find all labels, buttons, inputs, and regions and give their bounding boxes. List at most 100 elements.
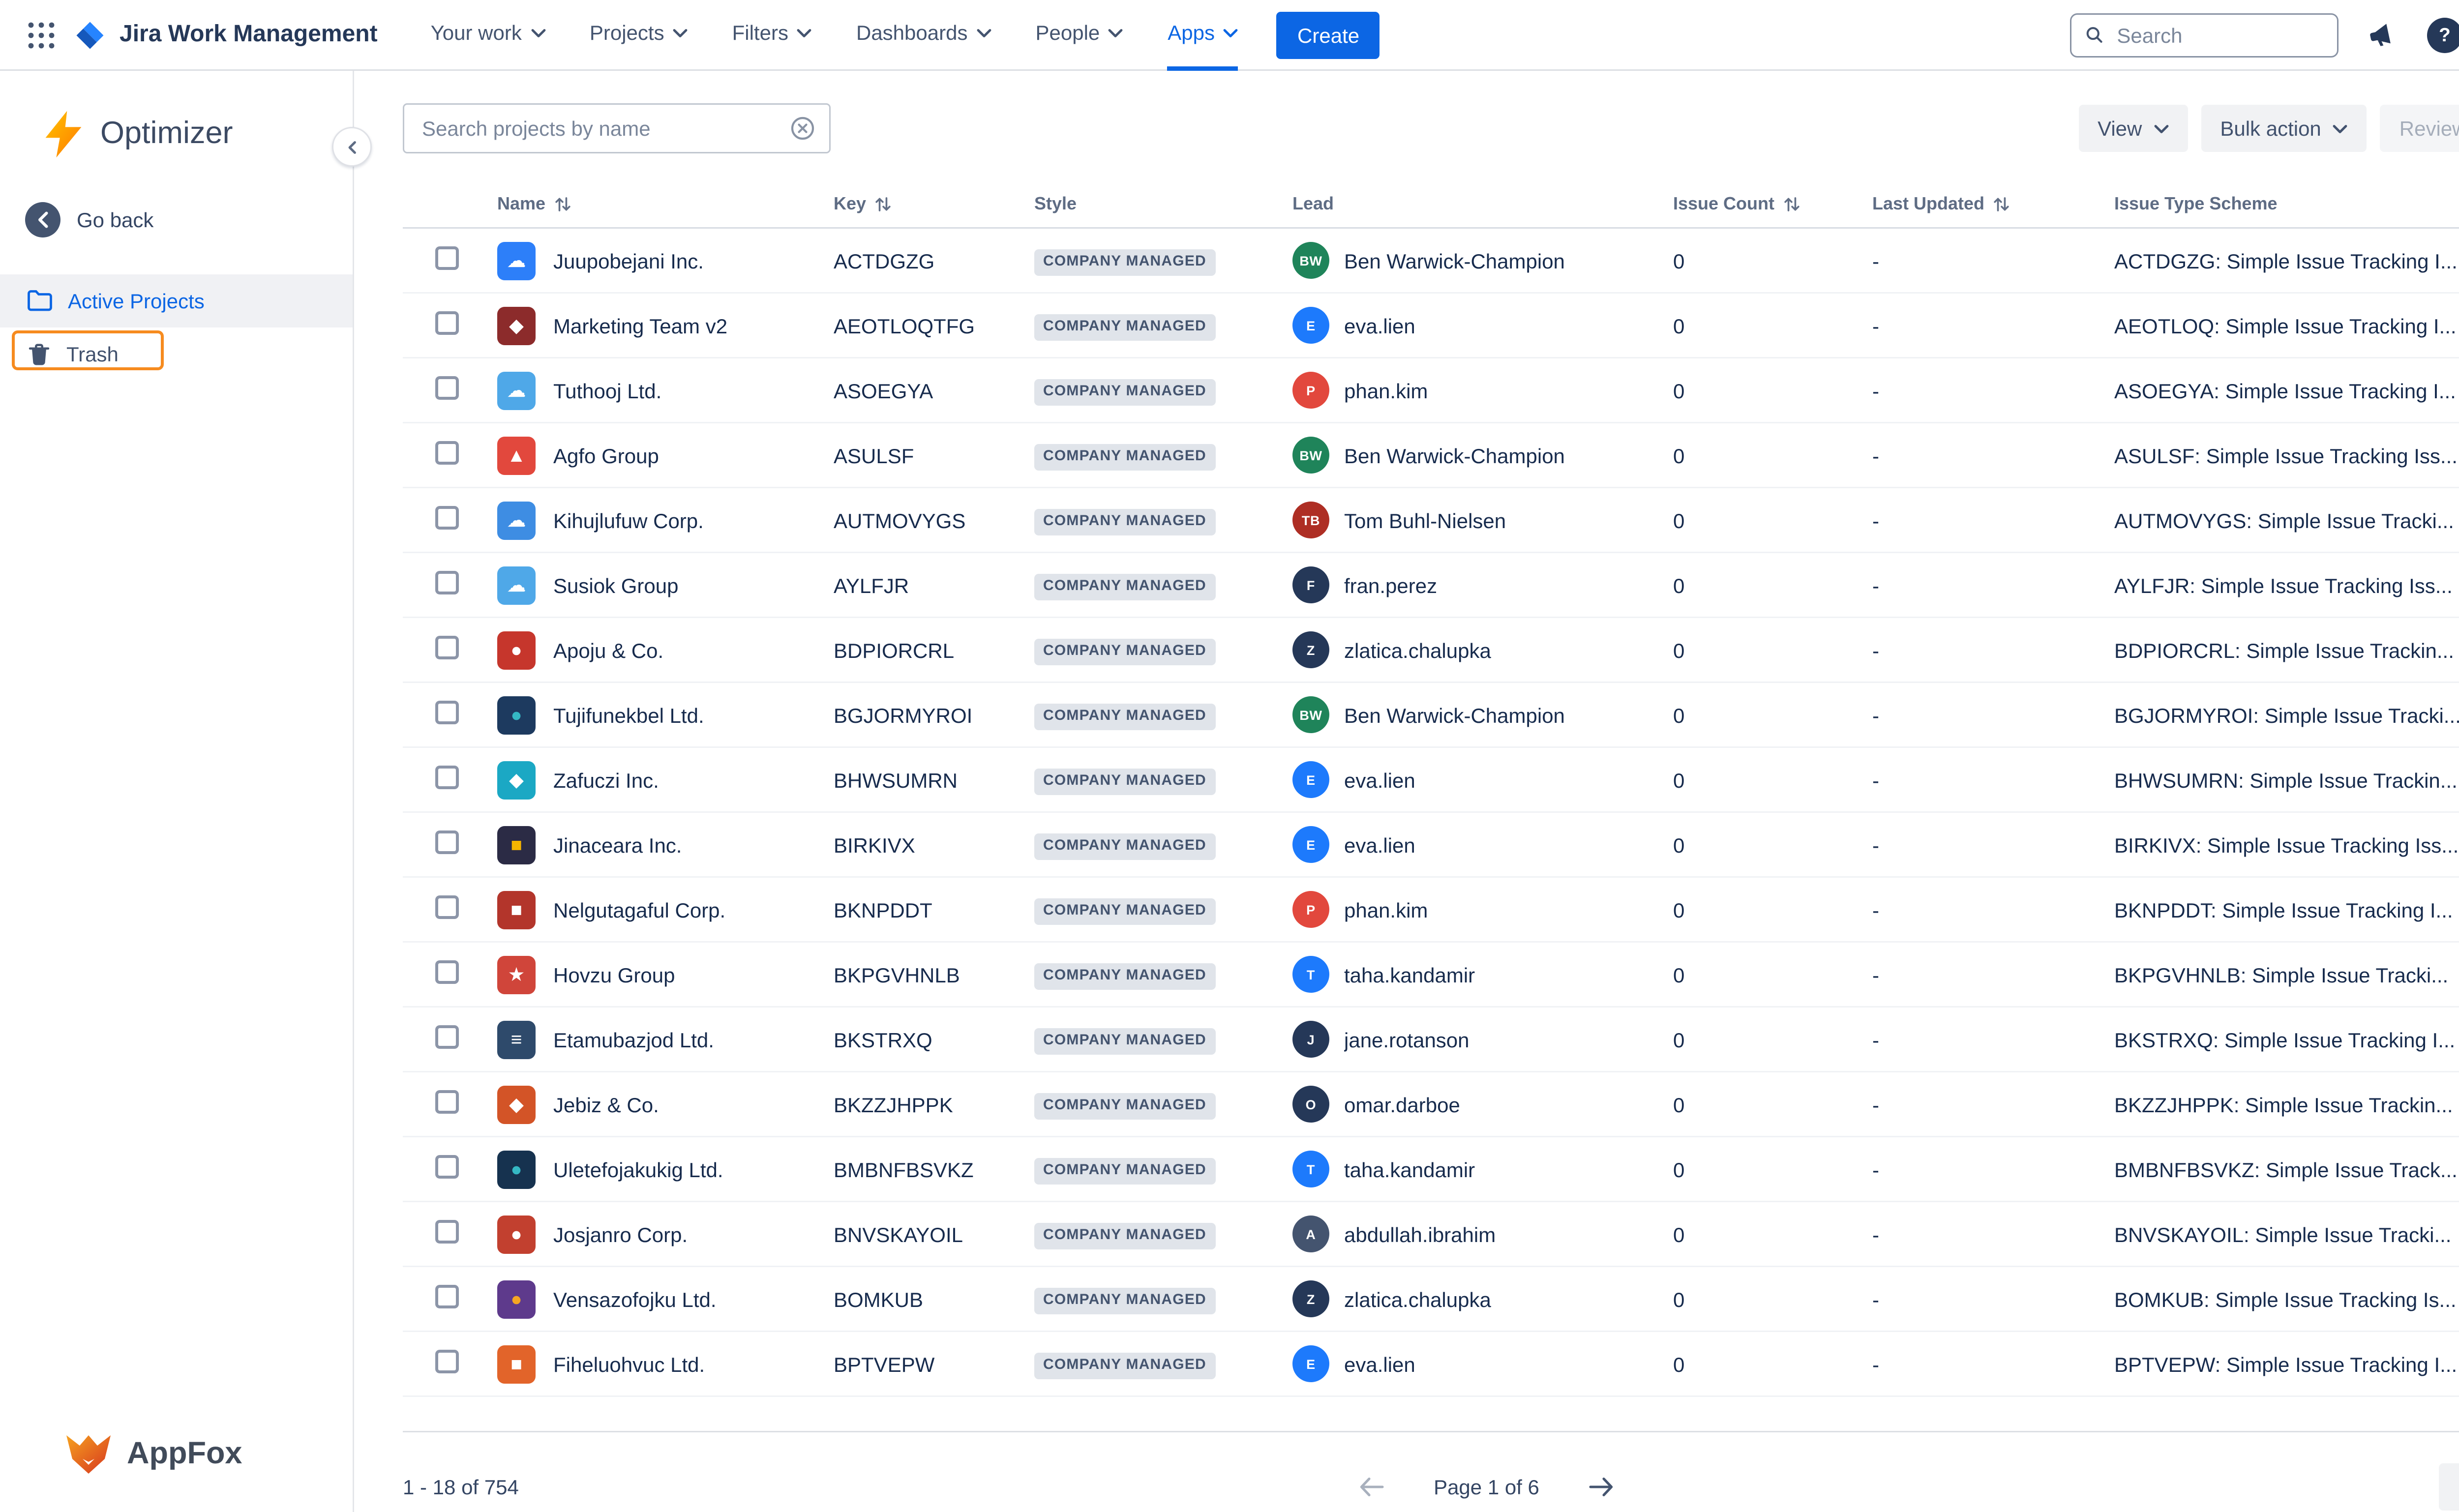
project-name[interactable]: Uletefojakukig Ltd. xyxy=(553,1157,723,1181)
table-row[interactable]: ◆ Zafuczi Inc. BHWSUMRN COMPANY MANAGED … xyxy=(403,748,2459,813)
table-row[interactable]: ■ Nelgutagaful Corp. BKNPDDT COMPANY MAN… xyxy=(403,878,2459,943)
issue-type-scheme: BMBNFBSVKZ: Simple Issue Track... xyxy=(2114,1157,2459,1181)
project-name[interactable]: Agfo Group xyxy=(553,444,659,467)
table-row[interactable]: ◆ Marketing Team v2 AEOTLOQTFG COMPANY M… xyxy=(403,294,2459,358)
project-name[interactable]: Fiheluohvuc Ltd. xyxy=(553,1352,705,1376)
nav-item-dashboards[interactable]: Dashboards xyxy=(856,0,991,70)
table-row[interactable]: ★ Hovzu Group BKPGVHNLB COMPANY MANAGED … xyxy=(403,943,2459,1008)
project-name[interactable]: Nelgutagaful Corp. xyxy=(553,898,725,921)
style-badge: COMPANY MANAGED xyxy=(1034,898,1215,924)
help-icon[interactable]: ? xyxy=(2424,14,2459,56)
view-button[interactable]: View xyxy=(2078,105,2188,152)
project-name[interactable]: Jinaceara Inc. xyxy=(553,833,682,857)
row-checkbox[interactable] xyxy=(435,1155,459,1179)
table-row[interactable]: ☁ Juupobejani Inc. ACTDGZG COMPANY MANAG… xyxy=(403,229,2459,294)
nav-item-filters[interactable]: Filters xyxy=(732,0,812,70)
row-checkbox[interactable] xyxy=(435,1285,459,1308)
column-header-issue-count[interactable]: Issue Count xyxy=(1673,193,1872,214)
project-search[interactable] xyxy=(403,103,831,153)
column-header-label: Style xyxy=(1034,193,1077,214)
export-button[interactable]: Export xyxy=(2438,1463,2459,1511)
project-name[interactable]: Hovzu Group xyxy=(553,963,675,986)
row-checkbox[interactable] xyxy=(435,636,459,659)
project-name[interactable]: Vensazofojku Ltd. xyxy=(553,1287,717,1311)
row-checkbox[interactable] xyxy=(435,571,459,594)
global-search-input[interactable] xyxy=(2114,22,2324,48)
table-row[interactable]: ☁ Susiok Group AYLFJR COMPANY MANAGED F … xyxy=(403,553,2459,618)
project-name[interactable]: Etamubazjod Ltd. xyxy=(553,1028,714,1051)
row-checkbox[interactable] xyxy=(435,701,459,724)
announcement-icon[interactable] xyxy=(2361,14,2402,56)
project-name[interactable]: Zafuczi Inc. xyxy=(553,768,659,792)
row-checkbox[interactable] xyxy=(435,376,459,400)
table-row[interactable]: ● Vensazofojku Ltd. BOMKUB COMPANY MANAG… xyxy=(403,1267,2459,1332)
create-button[interactable]: Create xyxy=(1277,11,1380,59)
table-row[interactable]: ● Tujifunekbel Ltd. BGJORMYROI COMPANY M… xyxy=(403,683,2459,748)
sidebar-item-trash[interactable]: Trash xyxy=(0,327,353,381)
table-row[interactable]: ■ Jinaceara Inc. BIRKIVX COMPANY MANAGED… xyxy=(403,813,2459,878)
folder-icon xyxy=(27,289,53,313)
row-checkbox[interactable] xyxy=(435,441,459,465)
row-checkbox[interactable] xyxy=(435,1090,459,1114)
app-switcher-icon[interactable] xyxy=(18,11,65,59)
previous-page-button[interactable] xyxy=(1351,1466,1392,1508)
table-row[interactable]: ● Uletefojakukig Ltd. BMBNFBSVKZ COMPANY… xyxy=(403,1137,2459,1202)
project-name[interactable]: Marketing Team v2 xyxy=(553,314,727,337)
result-range: 1 - 18 of 754 xyxy=(403,1475,1351,1499)
project-name[interactable]: Tuthooj Ltd. xyxy=(553,379,661,402)
table-row[interactable]: ☁ Tuthooj Ltd. ASOEGYA COMPANY MANAGED P… xyxy=(403,358,2459,423)
table-row[interactable]: ● Josjanro Corp. BNVSKAYOIL COMPANY MANA… xyxy=(403,1202,2459,1267)
table-footer: 1 - 18 of 754 Page 1 of 6 xyxy=(403,1432,2459,1511)
optimizer-brand: Optimizer xyxy=(0,71,353,159)
row-checkbox[interactable] xyxy=(435,1220,459,1244)
project-name[interactable]: Susiok Group xyxy=(553,573,678,597)
last-updated: - xyxy=(1872,768,2114,792)
project-name[interactable]: Kihujlufuw Corp. xyxy=(553,508,704,532)
sidebar-collapse-button[interactable] xyxy=(332,127,372,167)
column-header-key[interactable]: Key xyxy=(834,193,1034,214)
table-row[interactable]: ◆ Jebiz & Co. BKZZJHPPK COMPANY MANAGED … xyxy=(403,1072,2459,1137)
column-header-name[interactable]: Name xyxy=(497,193,834,214)
nav-item-apps[interactable]: Apps xyxy=(1168,0,1238,70)
nav-item-your-work[interactable]: Your work xyxy=(431,0,545,70)
lead-avatar: O xyxy=(1292,1086,1329,1123)
top-navigation-bar: Jira Work Management Your work Projects Fi… xyxy=(0,0,2459,71)
row-checkbox[interactable] xyxy=(435,766,459,789)
row-checkbox[interactable] xyxy=(435,506,459,530)
bulk-action-button[interactable]: Bulk action xyxy=(2201,105,2367,152)
row-checkbox[interactable] xyxy=(435,246,459,270)
last-updated: - xyxy=(1872,249,2114,272)
project-avatar-icon: ☁ xyxy=(497,501,536,539)
project-search-input[interactable] xyxy=(419,115,791,142)
clear-search-icon[interactable] xyxy=(791,117,814,140)
nav-item-people[interactable]: People xyxy=(1035,0,1123,70)
row-checkbox[interactable] xyxy=(435,311,459,335)
next-page-button[interactable] xyxy=(1581,1466,1622,1508)
issue-count: 0 xyxy=(1673,1352,1872,1376)
table-row[interactable]: ≡ Etamubazjod Ltd. BKSTRXQ COMPANY MANAG… xyxy=(403,1008,2459,1072)
jira-logo[interactable]: Jira Work Management xyxy=(74,19,378,51)
global-search[interactable] xyxy=(2070,13,2339,57)
project-name[interactable]: Jebiz & Co. xyxy=(553,1093,659,1116)
table-row[interactable]: ▲ Agfo Group ASULSF COMPANY MANAGED BW B… xyxy=(403,423,2459,488)
project-name[interactable]: Josjanro Corp. xyxy=(553,1222,688,1246)
row-checkbox[interactable] xyxy=(435,960,459,984)
sidebar-item-active-projects[interactable]: Active Projects xyxy=(0,274,353,327)
row-checkbox[interactable] xyxy=(435,1025,459,1049)
table-row[interactable]: ■ Fiheluohvuc Ltd. BPTVEPW COMPANY MANAG… xyxy=(403,1332,2459,1397)
column-header-last-updated[interactable]: Last Updated xyxy=(1872,193,2114,214)
table-row[interactable]: ● Apoju & Co. BDPIORCRL COMPANY MANAGED … xyxy=(403,618,2459,683)
project-name[interactable]: Apoju & Co. xyxy=(553,638,663,662)
row-checkbox[interactable] xyxy=(435,830,459,854)
column-header-label: Last Updated xyxy=(1872,193,1984,214)
table-row[interactable]: ☁ Kihujlufuw Corp. AUTMOVYGS COMPANY MAN… xyxy=(403,488,2459,553)
last-updated: - xyxy=(1872,898,2114,921)
project-name[interactable]: Tujifunekbel Ltd. xyxy=(553,703,704,727)
row-checkbox[interactable] xyxy=(435,1350,459,1373)
review-changes-button[interactable]: Review changes xyxy=(2380,105,2459,152)
go-back-button[interactable]: Go back xyxy=(24,201,353,239)
row-checkbox[interactable] xyxy=(435,895,459,919)
lead-name: Tom Buhl-Nielsen xyxy=(1344,508,1506,532)
nav-item-projects[interactable]: Projects xyxy=(590,0,688,70)
project-name[interactable]: Juupobejani Inc. xyxy=(553,249,704,272)
